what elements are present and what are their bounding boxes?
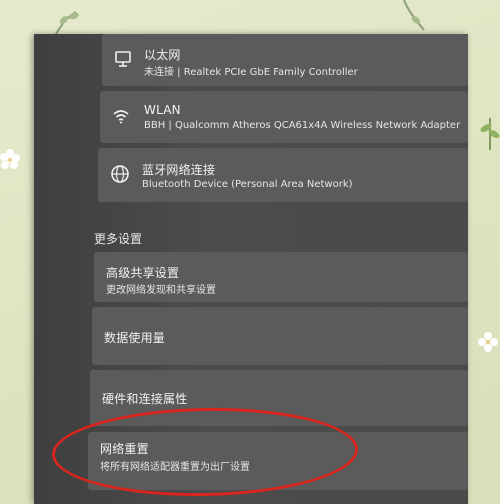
adapter-name: 以太网	[144, 48, 181, 62]
adapter-name: WLAN	[144, 103, 181, 117]
adapter-detail: BBH | Qualcomm Atheros QCA61x4A Wireless…	[144, 120, 461, 131]
leaf-decoration-icon	[403, 0, 425, 31]
adapter-detail: 未连接 | Realtek PCIe GbE Family Controller	[144, 67, 358, 78]
adapter-detail: Bluetooth Device (Personal Area Network)	[142, 179, 353, 190]
wifi-icon	[113, 110, 129, 124]
flower-decoration-icon	[0, 149, 20, 169]
advanced-sharing-settings-button[interactable]: 高级共享设置 更改网络发现和共享设置	[94, 252, 468, 302]
ethernet-icon	[115, 51, 131, 67]
adapter-row-ethernet[interactable]: 以太网 未连接 | Realtek PCIe GbE Family Contro…	[102, 34, 468, 86]
flower-decoration-icon	[478, 332, 498, 352]
data-usage-button[interactable]: 数据使用量	[92, 307, 468, 365]
adapter-name: 蓝牙网络连接	[142, 163, 216, 177]
setting-title: 数据使用量	[104, 331, 166, 345]
adapter-row-bluetooth[interactable]: 蓝牙网络连接 Bluetooth Device (Personal Area N…	[98, 148, 468, 202]
setting-title: 硬件和连接属性	[102, 392, 188, 406]
leaf-decoration-icon	[55, 11, 79, 35]
adapter-row-wlan[interactable]: WLAN BBH | Qualcomm Atheros QCA61x4A Wir…	[100, 91, 468, 143]
bluetooth-network-icon	[111, 165, 129, 183]
leaf-decoration-icon	[480, 118, 500, 150]
more-settings-heading: 更多设置	[94, 232, 143, 246]
setting-title: 高级共享设置	[106, 266, 180, 280]
setting-subtitle: 更改网络发现和共享设置	[106, 285, 216, 296]
